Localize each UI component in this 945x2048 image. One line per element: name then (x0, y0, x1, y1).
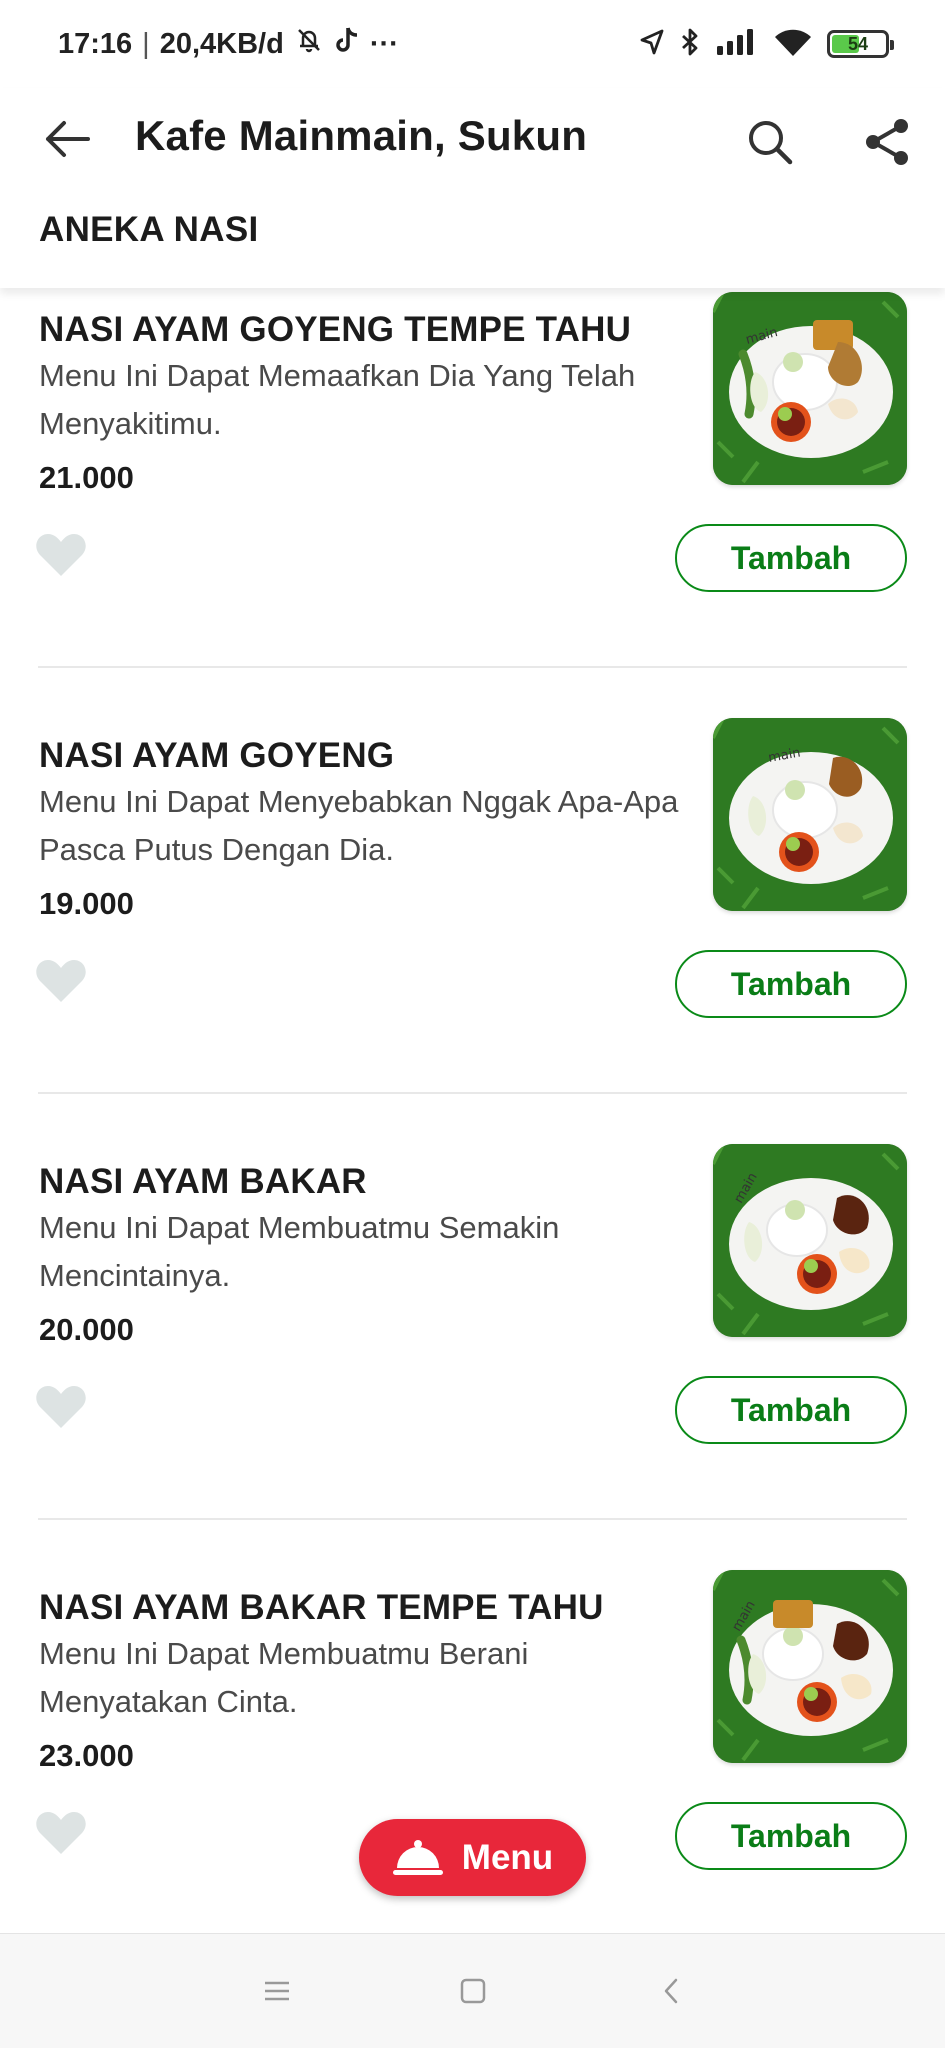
bluetooth-icon (679, 27, 701, 62)
item-name: NASI AYAM BAKAR (39, 1162, 367, 1201)
category-title: ANEKA NASI (39, 210, 259, 249)
item-price: 21.000 (39, 460, 134, 495)
hamburger-icon (265, 1981, 289, 2001)
food-image[interactable]: main (713, 718, 907, 911)
status-right: 54 (639, 27, 894, 62)
item-description: Menu Ini Dapat Membuatmu Semakin Mencint… (39, 1210, 560, 1293)
add-button[interactable]: Tambah (675, 1376, 907, 1444)
back-button[interactable] (38, 110, 96, 168)
item-description: Menu Ini Dapat Membuatmu Berani Menyatak… (39, 1636, 529, 1719)
arrow-left-icon (46, 121, 90, 157)
battery-level: 54 (847, 33, 869, 54)
menu-item: NASI AYAM GOYENG TEMPE TAHU Menu Ini Dap… (0, 288, 945, 668)
search-icon (749, 121, 793, 165)
tiktok-icon (334, 25, 360, 63)
heart-icon[interactable] (34, 1808, 88, 1858)
status-network-speed: 20,4KB/d (159, 27, 284, 60)
heart-icon[interactable] (34, 530, 88, 580)
recent-apps-button[interactable] (250, 1964, 304, 2018)
status-left: 17:16 | 20,4KB/d ··· (58, 25, 399, 63)
menu-item: NASI AYAM BAKAR Menu Ini Dapat Membuatmu… (0, 1094, 945, 1520)
menu-item: NASI AYAM GOYENG Menu Ini Dapat Menyebab… (0, 668, 945, 1094)
page-title: Kafe Mainmain, Sukun (135, 112, 588, 159)
add-button[interactable]: Tambah (675, 524, 907, 592)
system-back-button[interactable] (644, 1964, 698, 2018)
status-more: ··· (369, 27, 399, 60)
item-price: 20.000 (39, 1312, 134, 1347)
menu-list: NASI AYAM GOYENG TEMPE TAHU Menu Ini Dap… (0, 288, 945, 1933)
status-bar: 17:16 | 20,4KB/d ··· 54 (0, 0, 945, 88)
item-name: NASI AYAM BAKAR TEMPE TAHU (39, 1588, 604, 1627)
item-name: NASI AYAM GOYENG (39, 736, 395, 775)
item-description: Menu Ini Dapat Memaafkan Dia Yang Telah … (39, 358, 636, 441)
food-image[interactable]: main (713, 1144, 907, 1337)
status-time: 17:16 (58, 27, 133, 60)
menu-fab-label: Menu (461, 1837, 554, 1877)
share-button[interactable] (858, 112, 918, 172)
square-icon (460, 1978, 486, 2004)
battery-icon: 54 (827, 30, 894, 58)
search-button[interactable] (740, 112, 800, 172)
share-icon (866, 119, 908, 165)
heart-icon[interactable] (34, 1382, 88, 1432)
mute-notification-icon (294, 25, 324, 63)
system-navigation-bar (0, 1933, 945, 2048)
home-button[interactable] (446, 1964, 500, 2018)
item-price: 19.000 (39, 886, 134, 921)
wifi-icon (773, 27, 813, 62)
app-header: Kafe Mainmain, Sukun ANEKA NASI (0, 88, 945, 288)
item-description: Menu Ini Dapat Menyebabkan Nggak Apa-Apa… (39, 784, 679, 867)
add-button[interactable]: Tambah (675, 1802, 907, 1870)
menu-fab-button[interactable]: Menu (359, 1819, 586, 1896)
item-price: 23.000 (39, 1738, 134, 1773)
add-button[interactable]: Tambah (675, 950, 907, 1018)
chevron-left-icon (664, 1978, 678, 2004)
status-separator: | (142, 27, 150, 60)
signal-icon (715, 28, 759, 61)
location-icon (639, 28, 665, 61)
item-name: NASI AYAM GOYENG TEMPE TAHU (39, 310, 632, 349)
food-image[interactable]: main (713, 292, 907, 485)
cloche-icon (392, 1839, 443, 1875)
food-image[interactable]: main (713, 1570, 907, 1763)
heart-icon[interactable] (34, 956, 88, 1006)
